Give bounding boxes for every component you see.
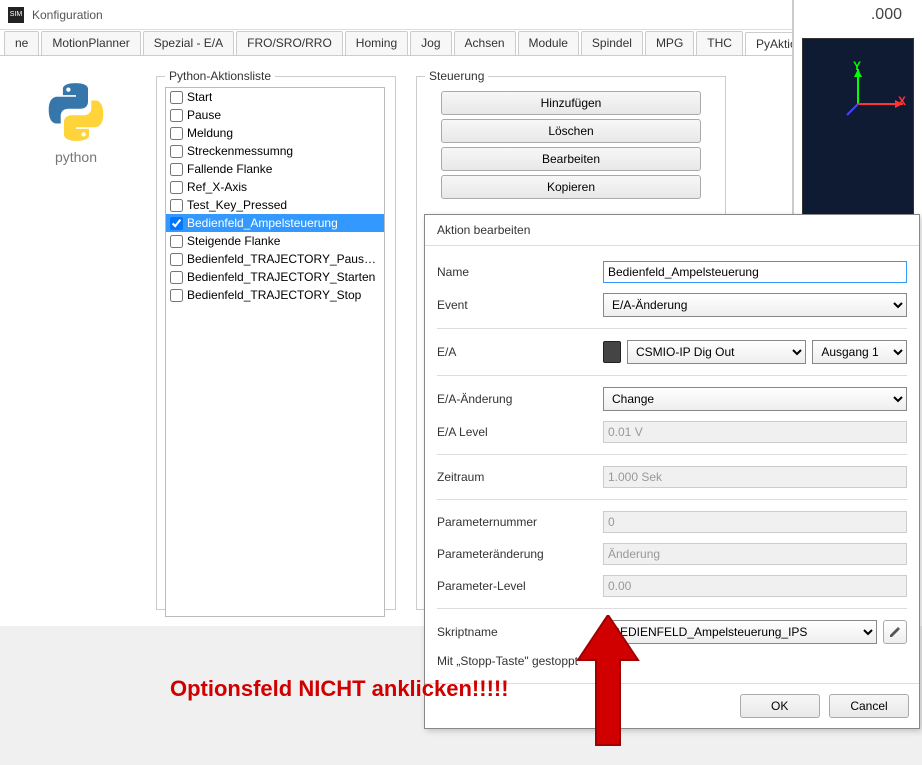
param-level-label: Parameter-Level: [437, 579, 597, 593]
event-select[interactable]: E/A-Änderung: [603, 293, 907, 317]
tab-fro-sro-rro[interactable]: FRO/SRO/RRO: [236, 31, 343, 55]
action-label: Bedienfeld_TRAJECTORY_Starten: [187, 270, 375, 284]
action-checkbox[interactable]: [170, 91, 183, 104]
action-label: Ref_X-Axis: [187, 180, 247, 194]
titlebar: SIM Konfiguration ? ✕: [0, 0, 922, 30]
tab-module[interactable]: Module: [518, 31, 579, 55]
axis-x-label: X: [898, 94, 906, 108]
action-label: Bedienfeld_TRAJECTORY_Stop: [187, 288, 361, 302]
action-item[interactable]: Bedienfeld_TRAJECTORY_Pause_EIN: [166, 250, 384, 268]
action-item[interactable]: Ref_X-Axis: [166, 178, 384, 196]
event-label: Event: [437, 298, 597, 312]
tab-achsen[interactable]: Achsen: [454, 31, 516, 55]
action-checkbox[interactable]: [170, 271, 183, 284]
action-label: Meldung: [187, 126, 233, 140]
action-label: Bedienfeld_TRAJECTORY_Pause_EIN: [187, 252, 380, 266]
logo-caption: python: [16, 149, 136, 165]
tab-homing[interactable]: Homing: [345, 31, 408, 55]
ea-label: E/A: [437, 345, 597, 359]
tab-ne[interactable]: ne: [4, 31, 39, 55]
action-label: Fallende Flanke: [187, 162, 272, 176]
edit-dialog-title: Aktion bearbeiten: [425, 215, 919, 246]
viewport-3d[interactable]: Y X: [802, 38, 914, 238]
action-label: Start: [187, 90, 212, 104]
action-item[interactable]: Streckenmessumng: [166, 142, 384, 160]
edit-action-dialog: Aktion bearbeiten Name Event E/A-Änderun…: [424, 214, 920, 729]
action-label: Streckenmessumng: [187, 144, 293, 158]
action-item[interactable]: Meldung: [166, 124, 384, 142]
action-label: Bedienfeld_Ampelsteuerung: [187, 216, 338, 230]
action-checkbox[interactable]: [170, 253, 183, 266]
action-checkbox[interactable]: [170, 145, 183, 158]
action-item[interactable]: Steigende Flanke: [166, 232, 384, 250]
param-num-input: [603, 511, 907, 533]
action-item[interactable]: Bedienfeld_TRAJECTORY_Stop: [166, 286, 384, 304]
axis-y-label: Y: [853, 59, 861, 73]
param-num-label: Parameternummer: [437, 515, 597, 529]
ea-level-input: [603, 421, 907, 443]
param-level-input: [603, 575, 907, 597]
ea-level-label: E/A Level: [437, 425, 597, 439]
name-label: Name: [437, 265, 597, 279]
hinzufügen-button[interactable]: Hinzufügen: [441, 91, 701, 115]
tab-spindel[interactable]: Spindel: [581, 31, 643, 55]
device-icon: [603, 341, 621, 363]
action-checkbox[interactable]: [170, 235, 183, 248]
python-logo-icon: [46, 82, 106, 142]
action-label: Test_Key_Pressed: [187, 198, 287, 212]
ea-device-select[interactable]: CSMIO-IP Dig Out: [627, 340, 806, 364]
action-item[interactable]: Pause: [166, 106, 384, 124]
tab-strip: neMotionPlannerSpezial - E/AFRO/SRO/RROH…: [0, 30, 922, 56]
action-checkbox[interactable]: [170, 289, 183, 302]
period-label: Zeitraum: [437, 470, 597, 484]
ok-button[interactable]: OK: [740, 694, 820, 718]
bearbeiten-button[interactable]: Bearbeiten: [441, 147, 701, 171]
app-icon: SIM: [8, 7, 24, 23]
löschen-button[interactable]: Löschen: [441, 119, 701, 143]
logo-column: python: [16, 72, 136, 610]
action-item[interactable]: Start: [166, 88, 384, 106]
tab-thc[interactable]: THC: [696, 31, 743, 55]
steuerung-title: Steuerung: [425, 69, 488, 83]
action-item[interactable]: Test_Key_Pressed: [166, 196, 384, 214]
ea-port-select[interactable]: Ausgang 1: [812, 340, 907, 364]
action-checkbox[interactable]: [170, 217, 183, 230]
action-item[interactable]: Bedienfeld_TRAJECTORY_Starten: [166, 268, 384, 286]
tab-spezial-e-a[interactable]: Spezial - E/A: [143, 31, 234, 55]
kopieren-button[interactable]: Kopieren: [441, 175, 701, 199]
action-checkbox[interactable]: [170, 163, 183, 176]
window-title: Konfiguration: [32, 8, 834, 22]
action-list-group: Python-Aktionsliste StartPauseMeldungStr…: [156, 76, 396, 610]
action-list-title: Python-Aktionsliste: [165, 69, 275, 83]
action-item[interactable]: Bedienfeld_Ampelsteuerung: [166, 214, 384, 232]
tab-motionplanner[interactable]: MotionPlanner: [41, 31, 140, 55]
annotation-arrow-icon: [568, 615, 648, 755]
dro-readout: .000: [794, 0, 922, 30]
period-input: [603, 466, 907, 488]
param-change-label: Parameteränderung: [437, 547, 597, 561]
action-checkbox[interactable]: [170, 199, 183, 212]
edit-script-button[interactable]: [883, 620, 907, 644]
action-listbox[interactable]: Start Pause Meldung Streckenmessumng Fallend…: [165, 87, 385, 617]
tab-mpg[interactable]: MPG: [645, 31, 694, 55]
ea-change-select[interactable]: Change: [603, 387, 907, 411]
annotation-text: Optionsfeld NICHT anklicken!!!!!: [170, 676, 509, 702]
action-checkbox[interactable]: [170, 109, 183, 122]
name-input[interactable]: [603, 261, 907, 283]
param-change-select: [603, 543, 907, 565]
action-item[interactable]: Fallende Flanke: [166, 160, 384, 178]
tab-jog[interactable]: Jog: [410, 31, 451, 55]
ea-change-label: E/A-Änderung: [437, 392, 597, 406]
cancel-button[interactable]: Cancel: [829, 694, 909, 718]
action-label: Pause: [187, 108, 221, 122]
action-label: Steigende Flanke: [187, 234, 280, 248]
action-checkbox[interactable]: [170, 181, 183, 194]
action-checkbox[interactable]: [170, 127, 183, 140]
